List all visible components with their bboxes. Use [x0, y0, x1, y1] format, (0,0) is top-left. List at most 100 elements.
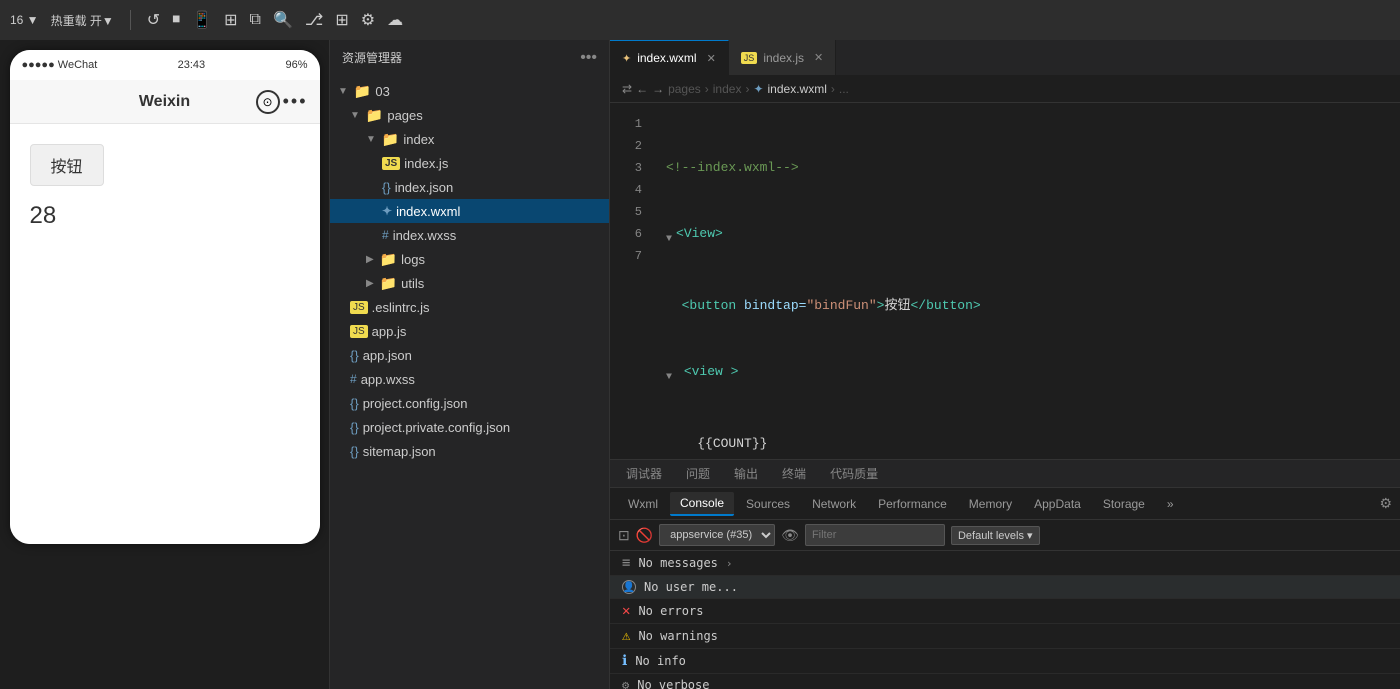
phone-button[interactable]: 按钮: [30, 144, 104, 186]
config-icon[interactable]: ⚙: [361, 10, 375, 30]
console-tab-sources[interactable]: Sources: [736, 493, 800, 515]
refresh-icon[interactable]: ↺: [147, 10, 160, 30]
fold-arrow-2[interactable]: ▼: [666, 229, 672, 251]
debug-toolbar: Wxml Console Sources Network Performance…: [610, 488, 1400, 520]
default-levels-btn[interactable]: Default levels ▾: [951, 526, 1040, 545]
file-sitemap-label: sitemap.json: [363, 444, 436, 459]
appservice-select[interactable]: appservice (#35): [659, 524, 775, 546]
phone-count: 28: [30, 202, 300, 230]
tab-wxml-close[interactable]: ✕: [707, 52, 716, 65]
grid-icon[interactable]: ⊞: [335, 10, 348, 30]
no-messages-text: No messages: [638, 556, 717, 570]
debug-top-tabs: 调试器 问题 输出 终端 代码质量: [610, 460, 1400, 488]
phone-icon[interactable]: 📱: [192, 10, 212, 30]
phone-nav-more[interactable]: •••: [283, 91, 308, 112]
bc-sep-arrow-3: ›: [831, 82, 835, 96]
console-filter-input[interactable]: [805, 524, 945, 546]
bc-forward[interactable]: →: [652, 82, 664, 96]
no-user-text: No user me...: [644, 580, 738, 594]
code-button-end: </button>: [911, 295, 981, 317]
file-project-private[interactable]: {} project.private.config.json: [330, 415, 609, 439]
console-no-warnings: ⚠ No warnings: [610, 624, 1400, 649]
file-index-js[interactable]: JS index.js: [330, 151, 609, 175]
console-tab-memory[interactable]: Memory: [959, 493, 1022, 515]
console-tab-wxml[interactable]: Wxml: [618, 493, 668, 515]
file-index-wxss[interactable]: # index.wxss: [330, 223, 609, 247]
root-folder[interactable]: ▼ 📁 03: [330, 79, 609, 103]
tab-index-wxml[interactable]: ✦ index.wxml ✕: [610, 40, 729, 75]
code-editor[interactable]: 1 2 3 4 5 6 7 <!--index.wxml--> ▼ <View>: [610, 103, 1400, 459]
console-tab-network[interactable]: Network: [802, 493, 866, 515]
file-app-wxss[interactable]: # app.wxss: [330, 367, 609, 391]
console-tab-console[interactable]: Console: [670, 492, 734, 516]
search-icon[interactable]: 🔍: [273, 10, 293, 30]
git-icon[interactable]: ⎇: [305, 10, 323, 30]
logs-folder[interactable]: ▶ 📁 logs: [330, 247, 609, 271]
no-messages-arrow[interactable]: ›: [726, 557, 733, 570]
file-tree: ▼ 📁 03 ▼ 📁 pages ▼ 📁 index JS index.js: [330, 75, 609, 467]
console-tab-more[interactable]: »: [1157, 493, 1184, 515]
phone-battery: 96%: [285, 59, 307, 71]
debug-bottom-tabs: Wxml Console Sources Network Performance…: [618, 492, 1184, 516]
phone-frame: ●●●●● WeChat 23:43 96% Weixin ••• ⊙ 按钮 2…: [10, 50, 320, 544]
code-line-2: ▼ <View>: [666, 223, 1384, 251]
code-button-close: >: [877, 295, 885, 317]
pages-folder[interactable]: ▼ 📁 pages: [330, 103, 609, 127]
code-mustache: {{COUNT}}: [697, 433, 767, 455]
console-cursor-icon[interactable]: ⊡: [618, 527, 630, 544]
code-line-4: ▼ <view >: [666, 361, 1384, 389]
code-bindfun-val: "bindFun": [806, 295, 876, 317]
line-num-7: 7: [618, 245, 642, 267]
file-project-config-label: project.config.json: [363, 396, 468, 411]
file-eslintrc[interactable]: JS .eslintrc.js: [330, 295, 609, 319]
code-line-3: <button bindtap= "bindFun" > 按钮 </button…: [666, 295, 1384, 317]
bc-back[interactable]: ←: [636, 82, 648, 96]
utils-folder-label: utils: [401, 276, 424, 291]
console-tab-appdata[interactable]: AppData: [1024, 493, 1091, 515]
console-tab-storage[interactable]: Storage: [1093, 493, 1155, 515]
console-tab-performance[interactable]: Performance: [868, 493, 957, 515]
hot-reload-label[interactable]: 热重载 开▼: [51, 12, 114, 29]
debug-tab-quality[interactable]: 代码质量: [826, 460, 882, 488]
code-line-5: {{COUNT}}: [666, 433, 1384, 455]
stop-icon[interactable]: ⏹: [172, 11, 180, 29]
tab-js-close[interactable]: ✕: [814, 51, 823, 64]
file-index-json[interactable]: {} index.json: [330, 175, 609, 199]
debug-tab-output[interactable]: 输出: [730, 460, 762, 488]
pages-folder-label: pages: [387, 108, 422, 123]
debug-tab-problems[interactable]: 问题: [682, 460, 714, 488]
file-index-wxml[interactable]: ✦ index.wxml: [330, 199, 609, 223]
tab-index-js[interactable]: JS index.js ✕: [729, 40, 836, 75]
code-comment: <!--index.wxml-->: [666, 157, 799, 179]
code-line-1: <!--index.wxml-->: [666, 157, 1384, 179]
verbose-icon: ⚙: [622, 678, 629, 689]
utils-folder[interactable]: ▶ 📁 utils: [330, 271, 609, 295]
file-index-wxml-label: index.wxml: [396, 204, 460, 219]
file-app-wxss-label: app.wxss: [361, 372, 415, 387]
debug-tab-debugger[interactable]: 调试器: [622, 460, 666, 488]
fold-arrow-4[interactable]: ▼: [666, 367, 672, 389]
explorer-more-icon[interactable]: •••: [580, 49, 597, 67]
user-icon: 👤: [622, 580, 636, 594]
file-project-config[interactable]: {} project.config.json: [330, 391, 609, 415]
file-app-json[interactable]: {} app.json: [330, 343, 609, 367]
copy-icon[interactable]: ⧉: [250, 11, 261, 29]
file-explorer: 资源管理器 ••• ▼ 📁 03 ▼ 📁 pages ▼ 📁 index: [330, 40, 610, 689]
layout-icon[interactable]: ⊞: [224, 10, 237, 30]
phone-nav-dot[interactable]: ⊙: [256, 90, 280, 114]
version-label[interactable]: 16 ▼: [10, 13, 39, 27]
console-ban-icon[interactable]: 🚫: [636, 527, 653, 544]
debug-tab-terminal[interactable]: 终端: [778, 460, 810, 488]
file-app-js[interactable]: JS app.js: [330, 319, 609, 343]
code-content[interactable]: <!--index.wxml--> ▼ <View> <button bindt…: [650, 103, 1400, 459]
index-folder[interactable]: ▼ 📁 index: [330, 127, 609, 151]
cloud-icon[interactable]: ☁: [387, 10, 403, 30]
root-arrow: ▼: [338, 86, 348, 97]
main-area: ●●●●● WeChat 23:43 96% Weixin ••• ⊙ 按钮 2…: [0, 40, 1400, 689]
js-icon-index: JS: [382, 157, 400, 170]
file-sitemap[interactable]: {} sitemap.json: [330, 439, 609, 463]
settings-icon[interactable]: ⚙: [1379, 495, 1392, 512]
eye-icon[interactable]: 👁: [781, 527, 799, 544]
app-wxss-icon: #: [350, 372, 357, 386]
file-app-json-label: app.json: [363, 348, 412, 363]
